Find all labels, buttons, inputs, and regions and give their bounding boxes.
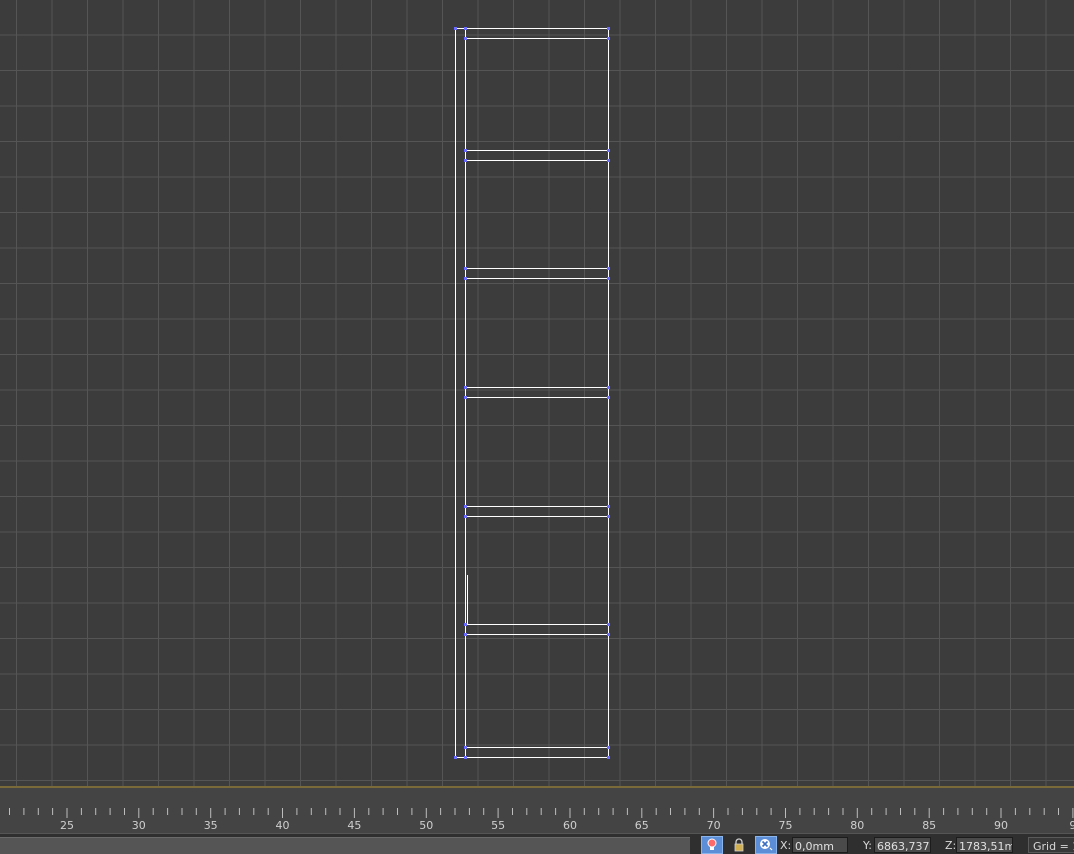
track-bar-tick-label: 50: [419, 819, 434, 832]
shelf-board-6: [465, 624, 609, 635]
status-bar: X: 0,0mm Y: 6863,737m Z: 1783,51mm Grid …: [0, 833, 1074, 854]
track-bar-tick-label: 9: [1069, 819, 1074, 832]
track-bar-tick-label: 90: [994, 819, 1008, 832]
track-bar-tick-label: 65: [634, 819, 649, 832]
shelf-board-bottom: [465, 747, 609, 758]
shelf-board-2: [465, 150, 609, 161]
y-coord-label: Y:: [863, 839, 872, 852]
track-bar-ticks: [9, 808, 1074, 818]
track-bar-tick-label: 60: [563, 819, 577, 832]
track-bar-tick-label: 85: [922, 819, 937, 832]
lock-icon: [734, 838, 744, 852]
selection-lock-button[interactable]: [728, 836, 750, 854]
x-coord-label: X:: [780, 839, 792, 852]
shelf-board-3: [465, 268, 609, 279]
track-bar-tick-label: 55: [491, 819, 506, 832]
absolute-mode-transform-button[interactable]: [755, 836, 777, 854]
x-coord-field[interactable]: 0,0mm: [792, 837, 848, 853]
vertex-markers: [454, 27, 610, 759]
absolute-mode-icon: [760, 839, 773, 851]
grid-spacing-readout: Grid = 10: [1028, 837, 1074, 853]
shelf-side-panel: [455, 28, 466, 758]
track-bar-tick-label: 40: [275, 819, 290, 832]
z-coord-field[interactable]: 1783,51mm: [956, 837, 1013, 853]
z-coord-label: Z:: [945, 839, 957, 852]
shelf-board-5: [465, 506, 609, 517]
shelf-board-4: [465, 387, 609, 398]
lightbulb-icon: [707, 838, 717, 850]
y-coord-field[interactable]: 6863,737m: [874, 837, 931, 853]
track-bar[interactable]: 25 30 35 40 45 50 55 60 65 70 75 80 85 90 9: [0, 788, 1074, 833]
track-bar-tick-label: 30: [131, 819, 146, 832]
isolate-selection-button[interactable]: [701, 836, 723, 854]
maxscript-listener-field[interactable]: [0, 837, 690, 854]
front-viewport[interactable]: [0, 0, 1074, 786]
track-bar-tick-label: 35: [203, 819, 218, 832]
track-bar-tick-label: 70: [706, 819, 721, 832]
shelf-board-top: [465, 28, 609, 39]
track-bar-tick-label: 25: [60, 819, 74, 832]
wireframe-shelf-unit[interactable]: [0, 0, 1074, 786]
track-bar-tick-label: 80: [850, 819, 865, 832]
track-bar-tick-label: 75: [778, 819, 793, 832]
track-bar-tick-label: 45: [347, 819, 362, 832]
